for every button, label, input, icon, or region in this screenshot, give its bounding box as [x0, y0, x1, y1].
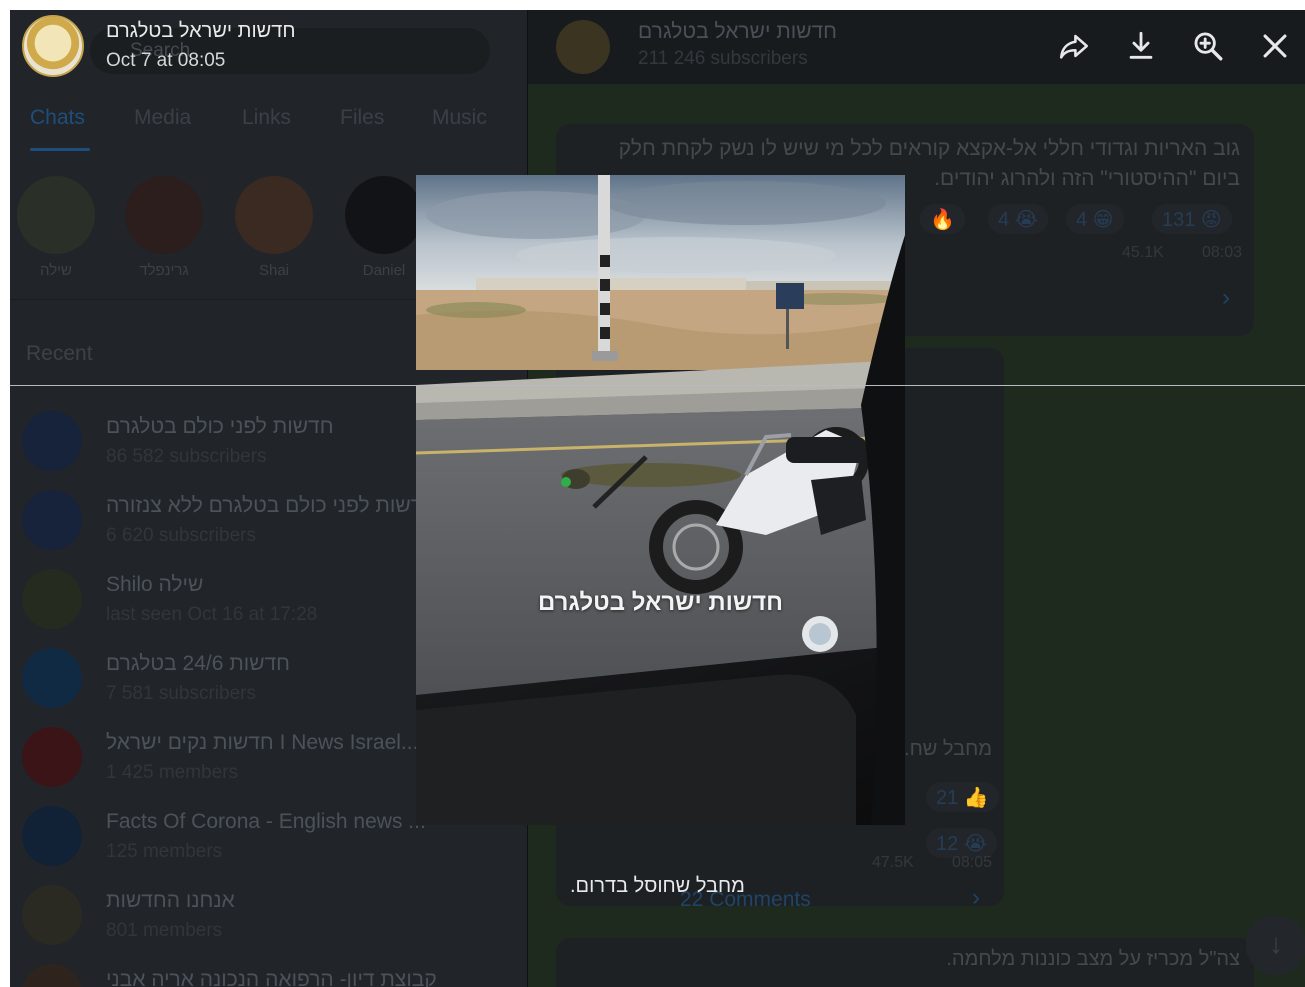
message-time: 08:05	[952, 854, 993, 871]
chat-title: חדשות 24/6 בטלגרם	[106, 652, 290, 675]
media-channel-name[interactable]: חדשות ישראל בטלגרם	[106, 20, 296, 43]
chat-title: קבוצת דיון- הרפואה הנכונה אריה אבני	[106, 968, 437, 987]
chat-subtitle: last seen Oct 16 at 17:28	[106, 604, 318, 625]
reaction-button[interactable]: 131 😡	[1152, 204, 1232, 234]
tab-files[interactable]: Files	[340, 106, 384, 130]
telegram-window: Search Chats Media Links Files Music שיל…	[10, 10, 1305, 987]
recent-heading: Recent	[26, 342, 93, 365]
media-photo[interactable]: חדשות ישראל בטלגרם	[416, 175, 905, 825]
story-item[interactable]: Daniel	[344, 176, 424, 279]
chat-folder-tabs: Chats Media Links Files Music	[10, 102, 528, 152]
download-button[interactable]	[1119, 24, 1163, 68]
avatar	[22, 806, 82, 866]
story-name: שילה	[40, 262, 72, 279]
chat-subtitle: 7 581 subscribers	[106, 683, 256, 704]
close-button[interactable]	[1253, 24, 1297, 68]
chat-title: חדשות נקים ישראל I News Israel...	[106, 731, 419, 754]
photo-watermark: חדשות ישראל בטלגרם	[538, 589, 783, 616]
media-caption: מחבל שחוסל בדרום.	[570, 875, 745, 897]
avatar	[345, 176, 423, 254]
avatar	[235, 176, 313, 254]
chevron-right-icon[interactable]: ›	[972, 884, 980, 912]
avatar	[22, 885, 82, 945]
avatar	[22, 727, 82, 787]
reaction-button[interactable]: 🔥	[920, 204, 965, 234]
reaction-button[interactable]: 4 😭	[988, 204, 1049, 234]
story-item[interactable]: גרינפלד	[124, 176, 204, 279]
tab-links[interactable]: Links	[242, 106, 291, 130]
close-icon	[1263, 34, 1287, 58]
media-date: Oct 7 at 08:05	[106, 50, 226, 71]
zoom-in-icon	[1194, 32, 1223, 61]
chat-title: אנחנו החדשות	[106, 889, 235, 912]
reaction-button[interactable]: 4 😁	[1066, 204, 1124, 234]
avatar	[22, 411, 82, 471]
view-count: 45.1K	[1122, 244, 1164, 261]
forward-icon	[1059, 34, 1089, 59]
story-name: Shai	[258, 262, 290, 279]
tab-music[interactable]: Music	[432, 106, 487, 130]
tab-media[interactable]: Media	[134, 106, 191, 130]
avatar	[22, 964, 82, 987]
download-icon	[1129, 31, 1153, 59]
avatar	[22, 648, 82, 708]
media-viewer-header: חדשות ישראל בטלגרם Oct 7 at 08:05	[10, 10, 1305, 84]
chat-subtitle: 801 members	[106, 920, 223, 941]
message-bubble[interactable]: צה"ל מכריז על מצב כוננות מלחמה.	[556, 938, 1254, 987]
active-tab-indicator	[30, 148, 90, 151]
chat-subtitle: 6 620 subscribers	[106, 525, 256, 546]
photo-image	[416, 175, 905, 825]
message-time: 08:03	[1202, 244, 1243, 261]
avatar	[22, 490, 82, 550]
list-item[interactable]: אנחנו החדשות 801 members	[10, 876, 528, 955]
avatar	[125, 176, 203, 254]
chat-title: חדשות לפני כולם בטלגרם ללא צנזורה	[106, 494, 437, 517]
divider	[10, 385, 1305, 386]
chat-title: Facts Of Corona - English news ...	[106, 810, 426, 833]
story-name: Daniel	[362, 262, 406, 279]
chat-title: Shilo שילה	[106, 573, 204, 596]
avatar	[22, 569, 82, 629]
chat-subtitle: 1 425 members	[106, 762, 239, 783]
message-text: מחבל שח...	[892, 738, 992, 760]
view-count: 47.5K	[872, 854, 914, 871]
zoom-in-button[interactable]	[1186, 24, 1230, 68]
chat-subtitle: 125 members	[106, 841, 223, 862]
list-item[interactable]: קבוצת דיון- הרפואה הנכונה אריה אבני	[10, 955, 528, 987]
avatar	[17, 176, 95, 254]
message-text: צה"ל מכריז על מצב כוננות מלחמה.	[946, 948, 1240, 970]
tab-chats[interactable]: Chats	[30, 106, 85, 130]
story-name: גרינפלד	[139, 262, 189, 279]
reaction-button[interactable]: 21 👍	[926, 782, 999, 812]
scroll-down-button[interactable]: ↓	[1246, 915, 1305, 975]
story-item[interactable]: Shai	[234, 176, 314, 279]
channel-avatar[interactable]	[22, 15, 84, 77]
chat-subtitle: 86 582 subscribers	[106, 446, 267, 467]
forward-button[interactable]	[1052, 24, 1096, 68]
chevron-right-icon[interactable]: ›	[1222, 284, 1230, 312]
chat-title: חדשות לפני כולם בטלגרם	[106, 415, 334, 438]
story-item[interactable]: שילה	[16, 176, 96, 279]
